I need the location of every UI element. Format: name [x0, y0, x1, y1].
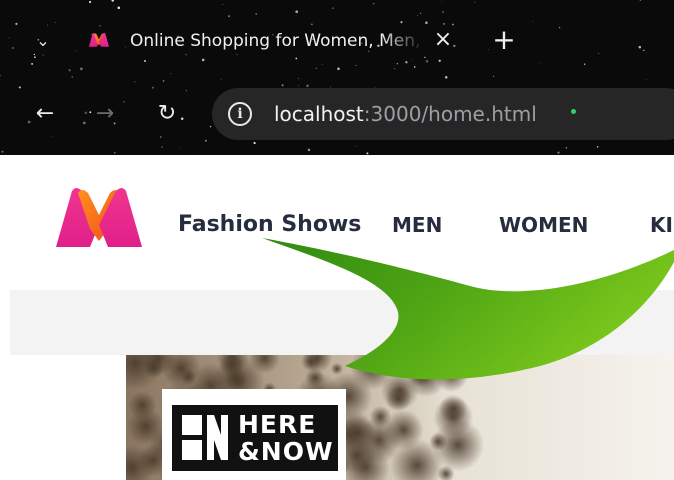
tab-title: Online Shopping for Women, Men, Kids [130, 31, 425, 51]
star [134, 81, 136, 83]
nav-link-women[interactable]: WOMEN [499, 205, 588, 245]
foliage-blob [330, 362, 344, 375]
browser-chrome: ⌄ Online Shopping for Women, Men, Kids ×… [0, 0, 674, 155]
star [1, 150, 4, 153]
reload-icon: ↻ [157, 101, 177, 126]
brand-wordmark: HERE &NOW [238, 411, 334, 465]
arrow-right-icon: → [95, 101, 115, 126]
foliage-blob [431, 418, 485, 472]
chevron-down-icon: ⌄ [36, 31, 50, 50]
star [114, 152, 116, 154]
brand-line-1: HERE [238, 410, 317, 439]
here-and-now-logo: HERE &NOW [172, 405, 338, 471]
arrow-left-icon: ← [35, 101, 55, 126]
close-icon: × [433, 27, 453, 52]
reload-button[interactable]: ↻ [150, 97, 184, 131]
nav-link-fashion-shows[interactable]: Fashion Shows [178, 205, 361, 245]
close-tab-button[interactable]: × [430, 27, 456, 53]
here-and-now-mark-icon [182, 415, 228, 460]
site-header: Fashion Shows MEN WOMEN KIDS [0, 155, 674, 290]
url-path: :3000/home.html [363, 102, 537, 126]
star [161, 146, 163, 148]
foliage-blob [380, 372, 419, 410]
new-tab-button[interactable]: + [488, 25, 520, 57]
status-dot-icon [571, 109, 576, 114]
forward-button[interactable]: → [88, 97, 122, 131]
star [355, 145, 357, 147]
star [179, 147, 181, 149]
brand-logo-card: HERE &NOW [162, 389, 346, 480]
site-info-icon[interactable]: i [228, 102, 252, 126]
plus-icon: + [492, 23, 516, 56]
url-host: localhost [274, 102, 364, 126]
nav-link-kids[interactable]: KIDS [650, 205, 674, 245]
myntra-logo-icon[interactable] [52, 185, 146, 251]
nav-link-men[interactable]: MEN [392, 205, 442, 245]
navigation-toolbar: ← → ↻ i localhost:3000/home.html [0, 85, 674, 145]
myntra-favicon-icon [88, 30, 110, 50]
url-text[interactable]: localhost:3000/home.html [274, 101, 537, 127]
content-band [10, 290, 674, 355]
star [557, 151, 560, 154]
hero-banner[interactable]: HERE &NOW [126, 355, 674, 480]
tab-list-button[interactable]: ⌄ [28, 26, 58, 56]
tab-strip: ⌄ Online Shopping for Women, Men, Kids ×… [0, 0, 674, 80]
active-tab[interactable]: Online Shopping for Women, Men, Kids × [78, 18, 468, 64]
star [565, 147, 568, 149]
brand-line-2: &NOW [238, 437, 334, 466]
star [307, 148, 311, 152]
star [596, 146, 599, 148]
back-button[interactable]: ← [28, 97, 62, 131]
address-bar[interactable]: i localhost:3000/home.html [212, 88, 674, 140]
star [162, 79, 165, 82]
